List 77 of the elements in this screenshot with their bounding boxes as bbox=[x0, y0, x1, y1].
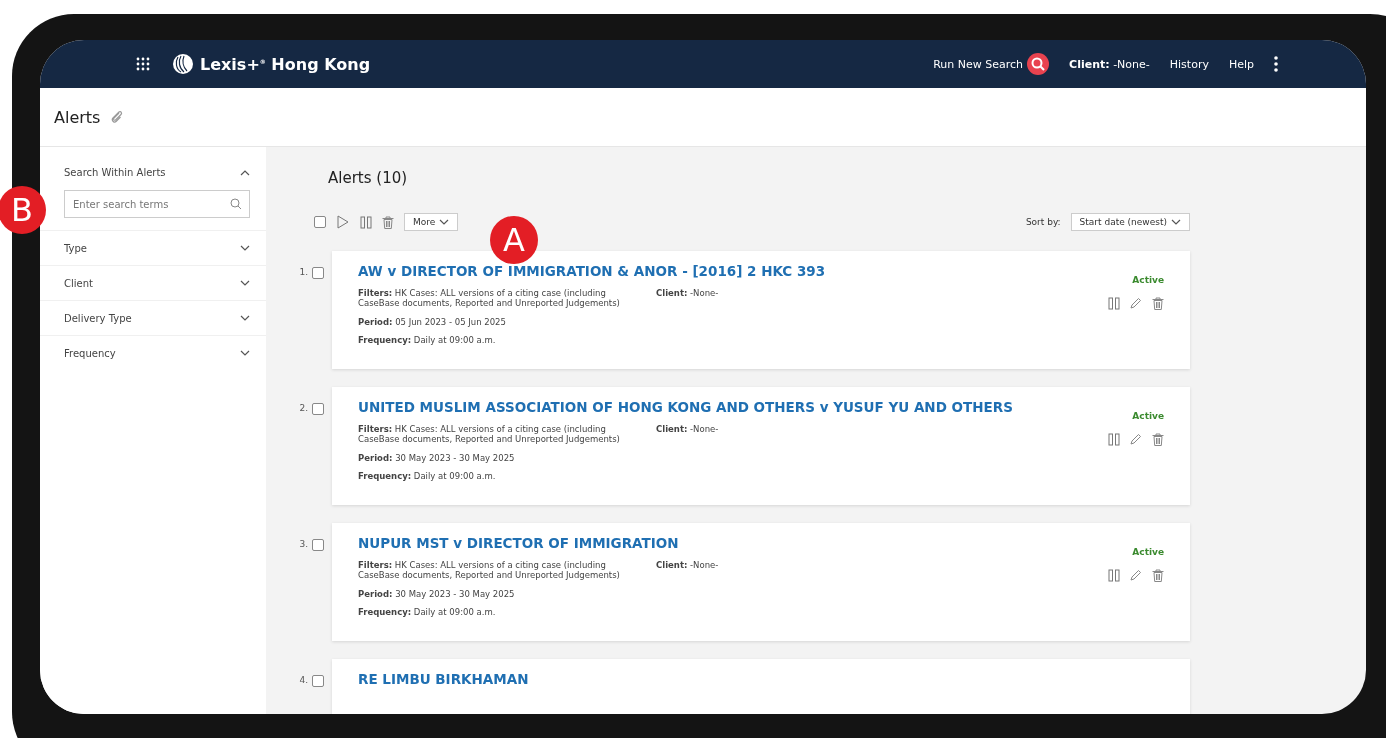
pencil-icon bbox=[1130, 569, 1142, 581]
sort-dropdown[interactable]: Start date (newest) bbox=[1070, 213, 1190, 231]
trash-icon bbox=[1152, 569, 1164, 582]
checkbox[interactable] bbox=[312, 267, 324, 279]
chevron-down-icon bbox=[1171, 219, 1181, 225]
more-menu-icon[interactable] bbox=[1274, 56, 1278, 72]
status-label: Active bbox=[1132, 275, 1164, 285]
play-button[interactable] bbox=[336, 215, 350, 229]
filters-text: Filters: HK Cases: ALL versions of a citing case (including CaseBase documents, Reported and Unreported Judgements) bbox=[358, 425, 621, 445]
chevron-up-icon bbox=[240, 169, 250, 176]
client-text: Client: -None- bbox=[656, 289, 719, 300]
logo-icon bbox=[172, 53, 194, 75]
alert-title-link[interactable]: AW v DIRECTOR OF IMMIGRATION & ANOR - [2016] 2 HKC 393 bbox=[358, 263, 1108, 279]
pause-icon bbox=[360, 215, 372, 229]
sort-label: Sort by: bbox=[1025, 217, 1061, 227]
period-text: Period: 30 May 2023 - 30 May 2025 bbox=[358, 588, 516, 599]
search-icon bbox=[1027, 53, 1050, 75]
row-number: 1. bbox=[298, 266, 308, 277]
callout-marker: B bbox=[0, 186, 46, 234]
row-number: 2. bbox=[298, 402, 308, 413]
period-text: Period: 30 May 2023 - 30 May 2025 bbox=[358, 452, 516, 463]
search-within-alerts-header[interactable]: Search Within Alerts bbox=[40, 161, 266, 184]
search-icon bbox=[230, 198, 242, 210]
chevron-down-icon bbox=[439, 219, 450, 225]
row-number: 3. bbox=[298, 538, 308, 549]
checkbox[interactable] bbox=[312, 403, 324, 415]
search-field[interactable]: Enter search terms bbox=[64, 190, 250, 218]
checkbox[interactable] bbox=[314, 216, 326, 228]
pause-button[interactable] bbox=[1108, 297, 1120, 310]
run-new-search-link[interactable]: Run New Search bbox=[933, 53, 1050, 75]
pause-icon bbox=[1108, 297, 1120, 310]
trash-icon bbox=[1152, 297, 1164, 310]
paperclip-icon[interactable] bbox=[110, 110, 125, 124]
alert-title-link[interactable]: UNITED MUSLIM ASSOCIATION OF HONG KONG AND OTHERS v YUSUF YU AND OTHERS bbox=[358, 399, 1108, 415]
status-label: Active bbox=[1132, 411, 1164, 421]
edit-button[interactable] bbox=[1130, 297, 1142, 310]
delete-button[interactable] bbox=[382, 215, 394, 229]
client-text: Client: -None- bbox=[656, 561, 719, 572]
pencil-icon bbox=[1130, 433, 1142, 445]
page-title: Alerts bbox=[54, 107, 101, 127]
edit-button[interactable] bbox=[1130, 433, 1142, 446]
app-grid-icon[interactable] bbox=[136, 57, 150, 71]
checkbox[interactable] bbox=[312, 539, 324, 551]
alert-title-link[interactable]: RE LIMBU BIRKHAMAN bbox=[358, 671, 1164, 687]
pause-button[interactable] bbox=[360, 215, 372, 229]
list-title: Alerts (10) bbox=[328, 169, 409, 187]
chevron-down-icon bbox=[240, 245, 250, 251]
filters-text: Filters: HK Cases: ALL versions of a citing case (including CaseBase documents, Reported and Unreported Judgements) bbox=[358, 289, 621, 309]
status-label: Active bbox=[1132, 547, 1164, 557]
nav-link[interactable]: Help bbox=[1228, 57, 1254, 71]
period-text: Period: 05 Jun 2023 - 05 Jun 2025 bbox=[358, 316, 507, 327]
brand-name: Lexis+$^{®}$ Hong Kong bbox=[200, 54, 371, 74]
alert-title-link[interactable]: NUPUR MST v DIRECTOR OF IMMIGRATION bbox=[358, 535, 1108, 551]
chevron-down-icon bbox=[240, 315, 250, 321]
delete-button[interactable] bbox=[1152, 297, 1164, 310]
filters-text: Filters: HK Cases: ALL versions of a citing case (including CaseBase documents, Reported and Unreported Judgements) bbox=[358, 561, 621, 581]
checkbox[interactable] bbox=[312, 675, 324, 687]
client-selector[interactable]: Client: -None- bbox=[1069, 57, 1150, 71]
frequency-text: Frequency: Daily at 09:00 a.m. bbox=[358, 606, 497, 617]
chevron-down-icon bbox=[240, 350, 250, 356]
pencil-icon bbox=[1130, 297, 1142, 309]
pause-icon bbox=[1108, 569, 1120, 582]
pause-button[interactable] bbox=[1108, 433, 1120, 446]
pause-icon bbox=[1108, 433, 1120, 446]
delete-button[interactable] bbox=[1152, 569, 1164, 582]
edit-button[interactable] bbox=[1130, 569, 1142, 582]
frequency-text: Frequency: Daily at 09:00 a.m. bbox=[358, 470, 497, 481]
row-number: 4. bbox=[298, 674, 308, 685]
trash-icon bbox=[1152, 433, 1164, 446]
delete-button[interactable] bbox=[1152, 433, 1164, 446]
client-text: Client: -None- bbox=[656, 425, 719, 436]
more-dropdown[interactable]: More bbox=[404, 213, 459, 231]
pause-button[interactable] bbox=[1108, 569, 1120, 582]
frequency-text: Frequency: Daily at 09:00 a.m. bbox=[358, 334, 497, 345]
nav-link[interactable]: History bbox=[1169, 57, 1209, 71]
trash-icon bbox=[382, 215, 394, 229]
chevron-down-icon bbox=[240, 280, 250, 286]
